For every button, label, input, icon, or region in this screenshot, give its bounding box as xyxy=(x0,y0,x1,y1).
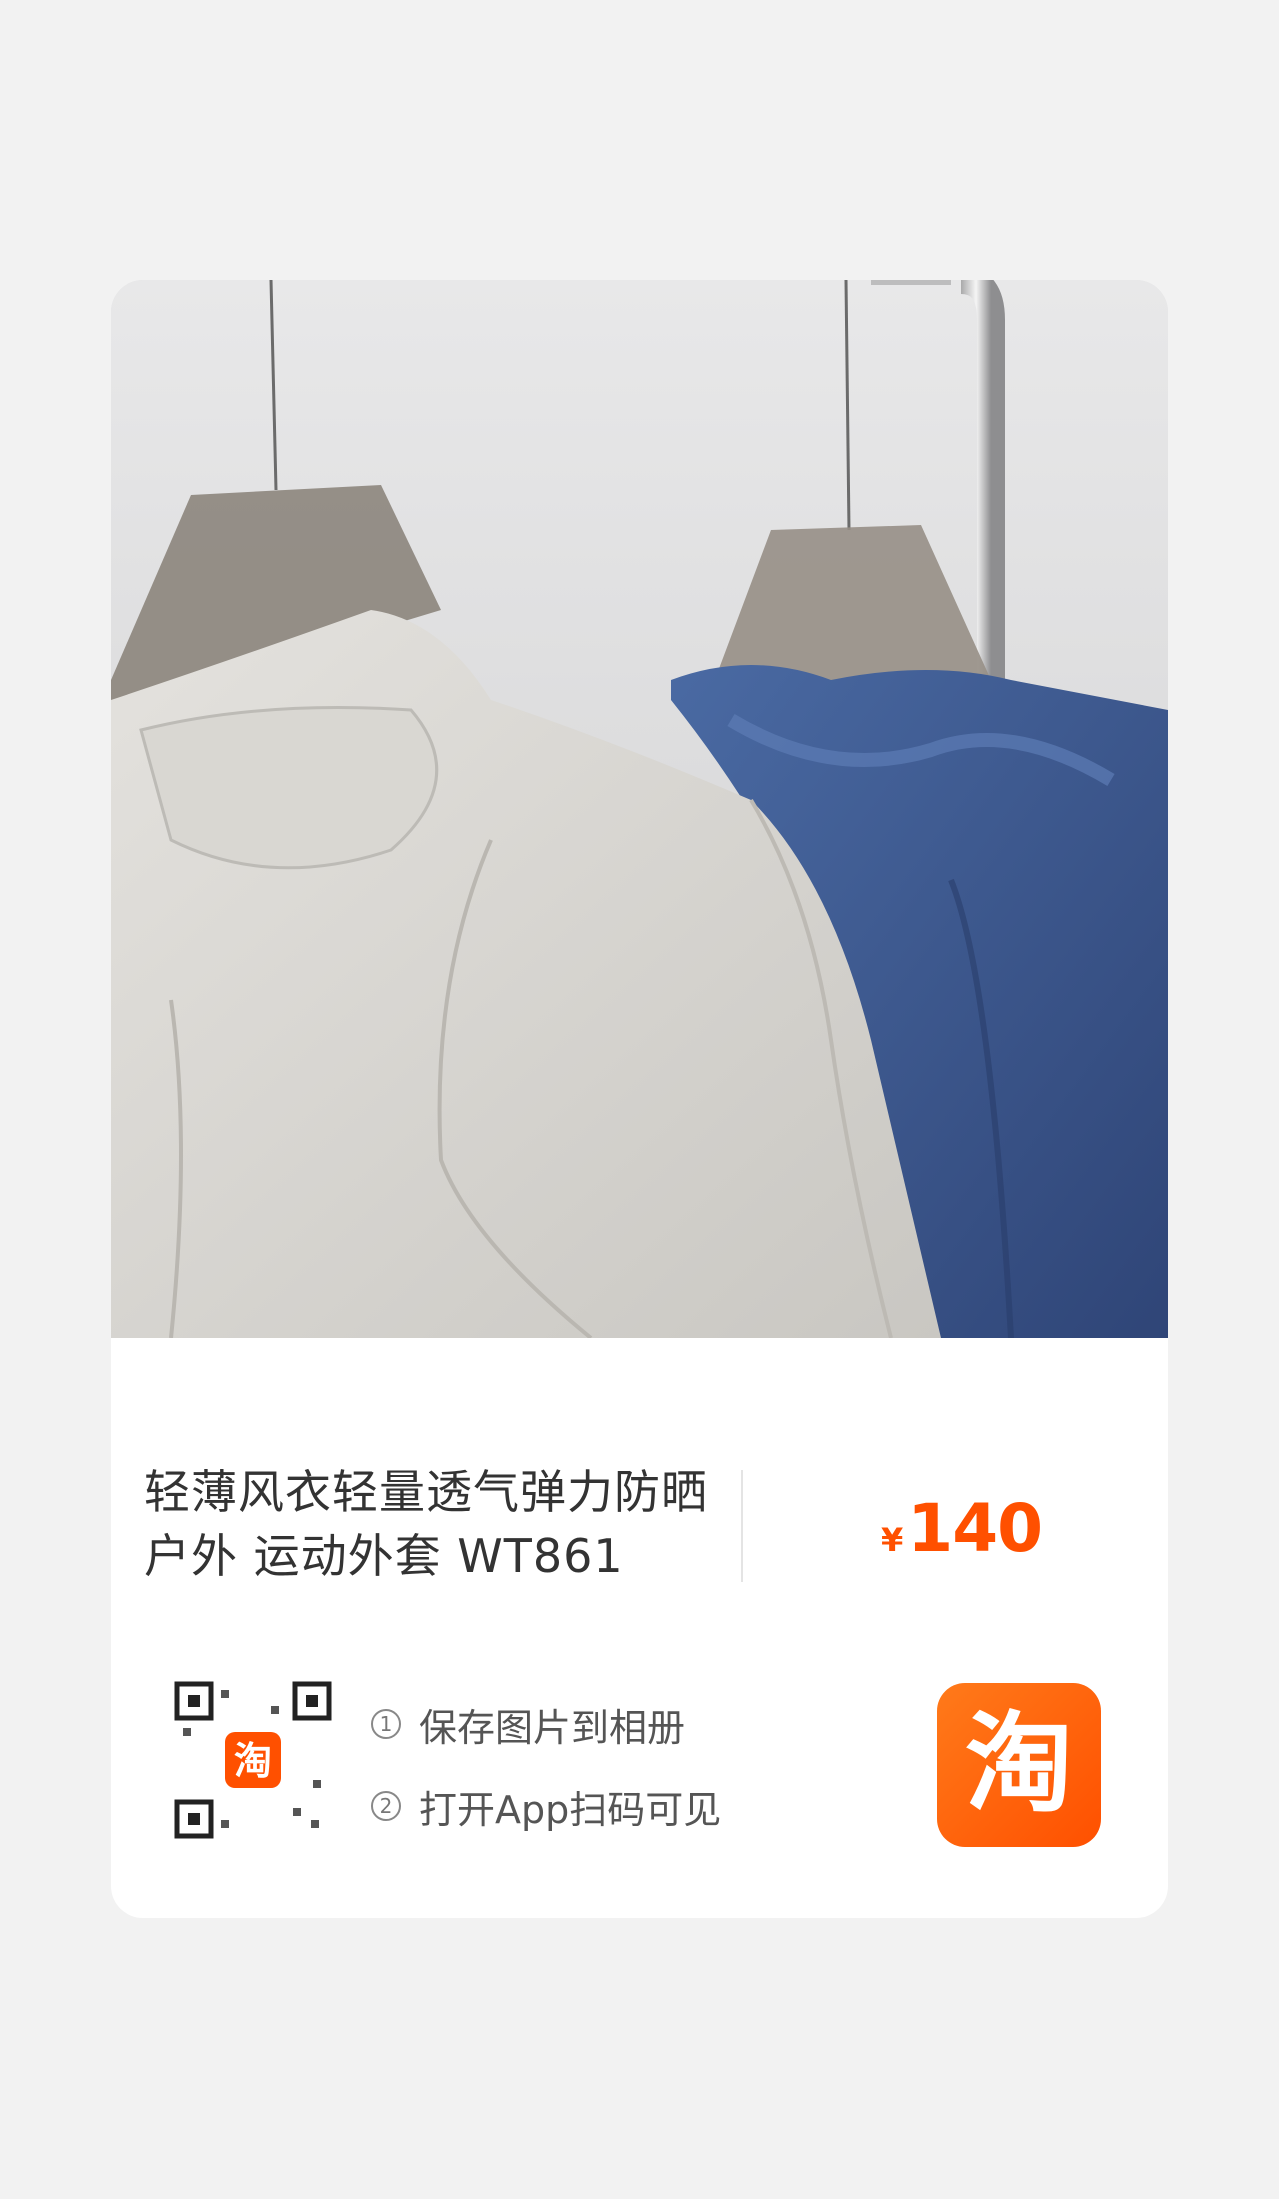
product-price: ¥ 140 xyxy=(881,1490,1043,1567)
step-2: 2 打开App扫码可见 xyxy=(371,1782,721,1832)
price-value: 140 xyxy=(907,1490,1043,1567)
step-1: 1 保存图片到相册 xyxy=(371,1700,721,1750)
step-2-label: 打开App扫码可见 xyxy=(419,1787,722,1832)
currency-symbol: ¥ xyxy=(881,1521,904,1559)
step-1-number: 1 xyxy=(371,1709,401,1739)
divider xyxy=(741,1470,743,1582)
instructions: 1 保存图片到相册 2 打开App扫码可见 xyxy=(371,1700,721,1864)
taobao-logo-char: 淘 xyxy=(964,1702,1073,1827)
step-2-number: 2 xyxy=(371,1791,401,1821)
share-card: 轻薄风衣轻量透气弹力防晒户外 运动外套 WT861 ¥ 140 淘 1 保存图片… xyxy=(111,280,1168,1918)
taobao-app-icon[interactable]: 淘 xyxy=(937,1683,1101,1847)
product-title: 轻薄风衣轻量透气弹力防晒户外 运动外套 WT861 xyxy=(144,1465,708,1583)
qr-logo-char: 淘 xyxy=(234,1739,272,1783)
step-1-label: 保存图片到相册 xyxy=(419,1705,686,1750)
qr-code-icon[interactable]: 淘 xyxy=(173,1680,333,1840)
product-image[interactable] xyxy=(111,280,1168,1338)
